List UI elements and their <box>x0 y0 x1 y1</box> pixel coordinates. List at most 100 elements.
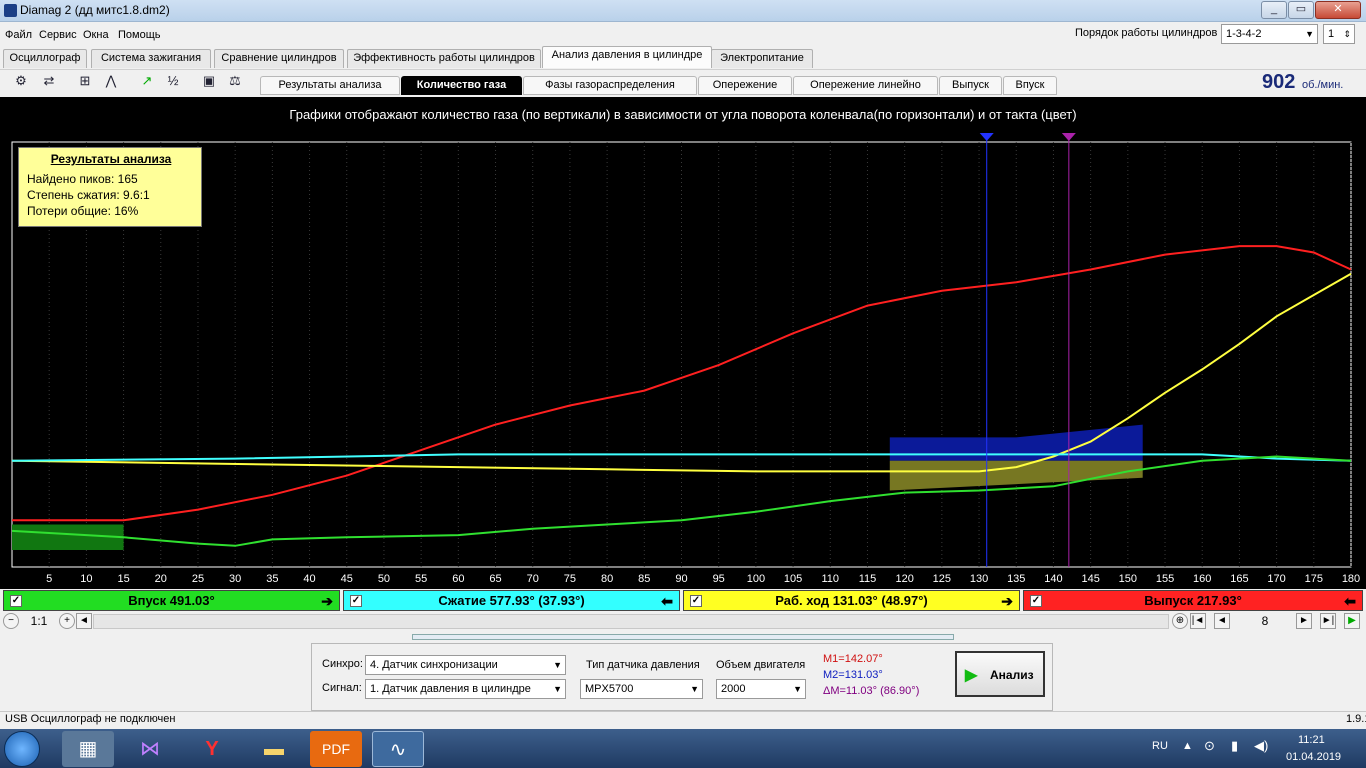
app-icon <box>4 4 17 17</box>
calculator-icon[interactable]: ▦ <box>62 731 114 767</box>
algorithm-icon[interactable]: ½ <box>162 71 184 93</box>
cylinder-value: 1 <box>1328 28 1335 40</box>
phase-power-checkbox[interactable]: ✓ <box>690 595 702 607</box>
tray-arrow-icon[interactable]: ▲ <box>1182 740 1193 752</box>
signal-select[interactable]: 1. Датчик давления в цилиндре ▼ <box>365 679 566 699</box>
zoom-out-icon[interactable]: − <box>3 613 19 629</box>
minimize-button[interactable]: _ <box>1261 1 1287 19</box>
tab-power[interactable]: Электропитание <box>711 49 813 68</box>
visual-studio-icon[interactable]: ⋈ <box>124 731 176 767</box>
phase-exhaust[interactable]: ✓ Выпуск 217.93° ⬅ <box>1023 590 1363 611</box>
scales-icon[interactable]: ⚖ <box>224 71 246 93</box>
subtab-results[interactable]: Результаты анализа <box>260 76 400 95</box>
subtab-advance-linear[interactable]: Опережение линейно <box>793 76 938 95</box>
menu-windows[interactable]: Окна <box>83 29 109 41</box>
menu-help[interactable]: Помощь <box>118 29 161 41</box>
battery-icon[interactable]: ▮ <box>1231 738 1238 754</box>
x-tick-label: 175 <box>1305 573 1323 585</box>
zoom-level: 1:1 <box>30 614 48 628</box>
tab-cylinder-efficiency[interactable]: Эффективность работы цилиндров <box>347 49 541 68</box>
scroll-left-icon[interactable]: ◄ <box>76 613 92 629</box>
start-button[interactable] <box>4 731 40 767</box>
tab-pressure-analysis[interactable]: Анализ давления в цилиндре <box>542 46 712 68</box>
phase-compression-checkbox[interactable]: ✓ <box>350 595 362 607</box>
phase-intake-checkbox[interactable]: ✓ <box>10 595 22 607</box>
subtab-exhaust[interactable]: Выпуск <box>939 76 1002 95</box>
auto-icon[interactable]: ⊞ <box>74 71 96 93</box>
x-tick-label: 85 <box>638 573 650 585</box>
x-tick-label: 160 <box>1193 573 1211 585</box>
close-button[interactable]: ✕ <box>1315 1 1361 19</box>
sensor-value: MPX5700 <box>585 683 634 695</box>
status-version: 1.9.1 <box>1346 713 1366 725</box>
rpm-value: 902 <box>1262 71 1296 93</box>
phase-power[interactable]: ✓ Раб. ход 131.03° (48.97°) ➔ <box>683 590 1020 611</box>
sensor-select[interactable]: MPX5700 ▼ <box>580 679 703 699</box>
volume-icon[interactable]: ◀) <box>1254 738 1268 754</box>
x-tick-label: 75 <box>564 573 576 585</box>
subtab-valve-timing[interactable]: Фазы газораспределения <box>523 76 697 95</box>
first-page-icon[interactable]: |◄ <box>1190 613 1206 629</box>
play-icon[interactable]: ▶ <box>1344 613 1360 629</box>
analyze-button[interactable]: ▶ Анализ <box>955 651 1045 697</box>
explorer-icon[interactable]: ▬ <box>248 731 300 767</box>
x-tick-label: 145 <box>1081 573 1099 585</box>
firing-order-select[interactable]: 1-3-4-2 ▼ <box>1221 24 1318 44</box>
phase-intake[interactable]: ✓ Впуск 491.03° ➔ <box>3 590 340 611</box>
language-indicator[interactable]: RU <box>1152 740 1168 752</box>
phase-compression[interactable]: ✓ Сжатие 577.93° (37.93°) ⬅ <box>343 590 680 611</box>
prev-page-icon[interactable]: ◄ <box>1214 613 1230 629</box>
series-line-2 <box>11 453 1352 462</box>
x-tick-label: 55 <box>415 573 427 585</box>
diamag-icon[interactable]: ∿ <box>372 731 424 767</box>
zoom-fit-icon[interactable]: ⊕ <box>1172 613 1188 629</box>
tab-ignition[interactable]: Система зажигания <box>91 49 211 68</box>
trend-icon[interactable]: ↗ <box>136 71 158 93</box>
x-tick-label: 140 <box>1044 573 1062 585</box>
phase-intake-label: Впуск 491.03° <box>128 593 215 608</box>
chevron-down-icon: ▼ <box>1305 29 1314 39</box>
horizontal-scrollbar[interactable] <box>93 614 1169 629</box>
last-page-icon[interactable]: ►| <box>1320 613 1336 629</box>
maximize-button[interactable]: ▭ <box>1288 1 1314 19</box>
gas-chart[interactable]: 5 10 15 20 25 30 35 40 45 50 55 60 65 70 75 80 85 90 95 100… <box>0 97 1366 589</box>
oscilloscope-icon[interactable]: ⚙ <box>10 71 32 93</box>
subtab-gas-amount[interactable]: Количество газа <box>401 76 522 95</box>
arrow-right-icon[interactable]: ➔ <box>321 591 333 611</box>
menu-file[interactable]: Файл <box>5 29 32 41</box>
volume-select[interactable]: 2000 ▼ <box>716 679 806 699</box>
next-page-icon[interactable]: ► <box>1296 613 1312 629</box>
spin-icon: ⇕ <box>1343 29 1351 39</box>
signal-label: Сигнал: <box>322 682 362 694</box>
x-tick-label: 60 <box>452 573 464 585</box>
network-icon[interactable]: ⊙ <box>1204 738 1215 754</box>
zoom-in-icon[interactable]: + <box>59 613 75 629</box>
tab-oscillograph[interactable]: Осциллограф <box>3 49 87 68</box>
tab-cylinder-compare[interactable]: Сравнение цилиндров <box>214 49 344 68</box>
pdf-icon[interactable]: PDF <box>310 731 362 767</box>
sensor-label: Тип датчика давления <box>586 659 700 671</box>
splitter[interactable] <box>412 634 954 640</box>
signal-value: 1. Датчик давления в цилиндре <box>370 683 531 695</box>
yandex-browser-icon[interactable]: Y <box>186 731 238 767</box>
waveform-icon[interactable]: ⋀ <box>100 71 122 93</box>
volume-label: Объем двигателя <box>716 659 806 671</box>
play-icon: ▶ <box>965 667 978 684</box>
arrow-right-icon[interactable]: ➔ <box>1001 591 1013 611</box>
x-tick-label: 80 <box>601 573 613 585</box>
menu-service[interactable]: Сервис <box>39 29 77 41</box>
marker-m2-triangle <box>979 133 994 141</box>
marker-delta: ΔM=11.03° (86.90°) <box>823 685 920 697</box>
save-icon[interactable]: ▣ <box>198 71 220 93</box>
chevron-down-icon: ▼ <box>553 660 562 670</box>
phase-exhaust-checkbox[interactable]: ✓ <box>1030 595 1042 607</box>
arrow-left-icon[interactable]: ⬅ <box>1344 591 1356 611</box>
arrow-left-icon[interactable]: ⬅ <box>661 591 673 611</box>
subtab-advance[interactable]: Опережение <box>698 76 792 95</box>
sync-select[interactable]: 4. Датчик синхронизации ▼ <box>365 655 566 675</box>
results-losses: Потери общие: 16% <box>27 204 139 218</box>
numbers-icon[interactable]: ⇄ <box>38 71 60 93</box>
cylinder-stepper[interactable]: 1 ⇕ <box>1323 24 1355 44</box>
subtab-intake[interactable]: Впуск <box>1003 76 1057 95</box>
firing-order-value: 1-3-4-2 <box>1226 28 1262 40</box>
